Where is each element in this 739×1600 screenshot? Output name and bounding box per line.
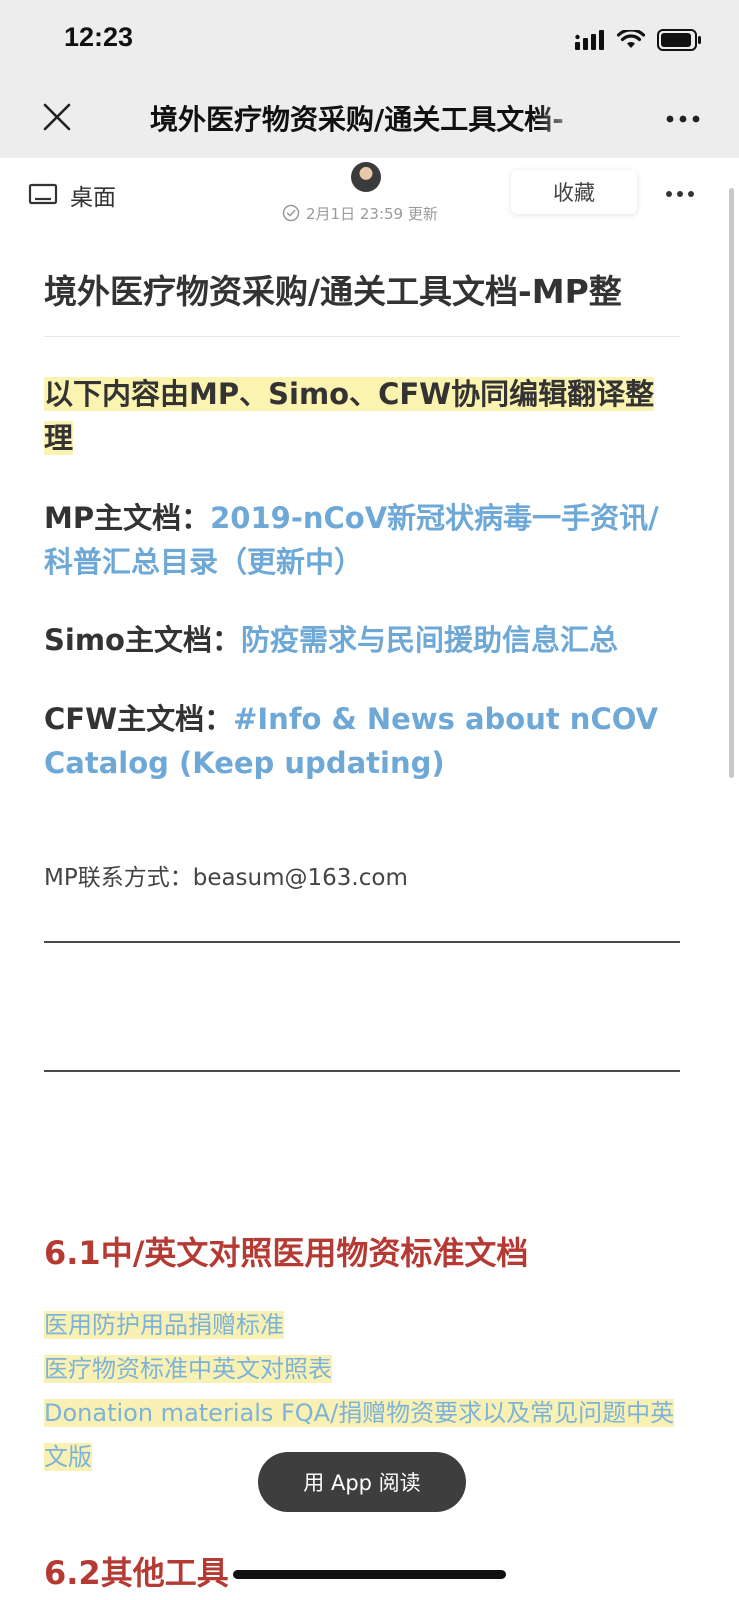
simo-main-prefix: Simo主文档：: [44, 623, 241, 657]
intro-text: 以下内容由MP、Simo、CFW协同编辑翻译整理: [44, 377, 655, 455]
cfw-main-paragraph: CFW主文档：#Info & News about nCOV Catalog (…: [44, 697, 674, 785]
update-info: 2月1日 23:59 更新: [282, 202, 438, 224]
open-in-app-button[interactable]: 用 App 阅读: [258, 1452, 466, 1512]
contact-info: MP联系方式：beasum@163.com: [44, 865, 408, 891]
simo-main-link[interactable]: 防疫需求与民间援助信息汇总: [241, 623, 618, 657]
intro-paragraph: 以下内容由MP、Simo、CFW协同编辑翻译整理: [44, 372, 674, 460]
divider: [44, 941, 680, 943]
list-item: 医用防护用品捐赠标准: [44, 1303, 684, 1347]
webview-nav-bar: 境外医疗物资采购/通关工具文档-: [0, 80, 739, 158]
desktop-icon: [28, 183, 58, 205]
close-icon[interactable]: [40, 100, 74, 134]
favorite-button[interactable]: 收藏: [511, 170, 637, 214]
home-indicator: [233, 1570, 506, 1579]
check-circle-icon: [282, 204, 300, 222]
document-toolbar: 桌面 2月1日 23:59 更新 收藏: [0, 158, 739, 238]
title-divider: [44, 336, 680, 337]
section-heading-next: 6.2其他工具: [44, 1554, 229, 1592]
scrollbar[interactable]: [729, 188, 734, 778]
desktop-button[interactable]: 桌面: [28, 180, 116, 211]
status-icons: [575, 27, 703, 53]
cfw-main-prefix: CFW主文档：: [44, 702, 234, 736]
nav-title: 境外医疗物资采购/通关工具文档-: [150, 103, 564, 136]
status-bar: 12:23: [0, 0, 739, 80]
simo-main-paragraph: Simo主文档：防疫需求与民间援助信息汇总: [44, 618, 674, 662]
update-time: 2月1日 23:59 更新: [306, 204, 438, 223]
section-heading: 6.1中/英文对照医用物资标准文档: [44, 1234, 529, 1272]
cellular-signal-icon: [575, 30, 604, 50]
status-time: 12:23: [64, 22, 134, 52]
list-item: 医疗物资标准中英文对照表: [44, 1347, 684, 1391]
mp-main-paragraph: MP主文档：2019-nCoV新冠状病毒一手资讯/科普汇总目录（更新中）: [44, 496, 674, 584]
more-dots-icon[interactable]: [665, 114, 701, 124]
battery-icon: [657, 29, 701, 51]
avatar[interactable]: [351, 162, 381, 192]
desktop-label: 桌面: [70, 185, 116, 211]
more-dots-icon[interactable]: [665, 190, 695, 198]
wifi-icon: [617, 30, 645, 48]
document-link[interactable]: 医用防护用品捐赠标准: [44, 1311, 284, 1339]
document-link[interactable]: 医疗物资标准中英文对照表: [44, 1355, 332, 1383]
document-title: 境外医疗物资采购/通关工具文档-MP整: [44, 272, 622, 311]
mp-main-prefix: MP主文档：: [44, 501, 211, 535]
divider: [44, 1070, 680, 1072]
